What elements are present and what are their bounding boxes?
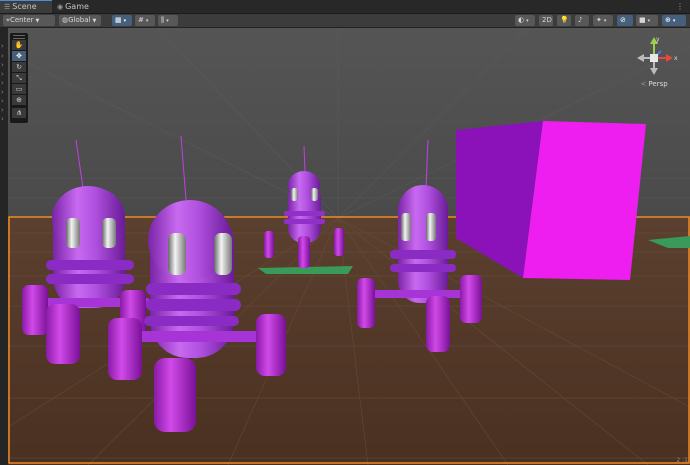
drag-handle[interactable] xyxy=(13,35,25,39)
axis-gizmo-icon: y x xyxy=(637,36,678,75)
scale-icon: ⤡ xyxy=(16,74,22,82)
gizmo-y-label: y xyxy=(656,36,660,43)
chevron-down-icon: ▼ xyxy=(92,18,97,24)
rotate-tool-button[interactable]: ↻ xyxy=(12,62,26,72)
lightbulb-icon: 💡 xyxy=(560,16,569,24)
expand-arrow-icon[interactable]: › xyxy=(1,52,4,60)
expand-arrow-icon[interactable]: › xyxy=(1,61,4,69)
draw-mode-dropdown[interactable]: ◐ ▾ xyxy=(515,15,535,26)
tab-bar: ☰ Scene ◉ Game ⋮ xyxy=(0,0,690,14)
scene-toolbar: ⌖Center ▼ ◍Global ▼ ▦ ▾ # ▾ ⫼ ▾ ◐ ▾ 2D 💡 ♪ ✦ ▾ … xyxy=(0,14,690,28)
expand-arrow-icon[interactable]: › xyxy=(1,79,4,87)
hierarchy-collapsed-strip: › › › › › › › › › xyxy=(0,28,8,465)
expand-arrow-icon[interactable]: › xyxy=(1,106,4,114)
tools-overlay: ✋ ✥ ↻ ⤡ ▭ ⊕ ⋔ xyxy=(10,33,28,123)
scene-icon: ☰ xyxy=(4,3,11,11)
chevron-down-icon: ▾ xyxy=(526,18,529,24)
shading-sphere-icon: ◐ xyxy=(518,16,525,24)
scene-visibility-button[interactable]: ⊘ xyxy=(617,15,633,26)
move-tool-button[interactable]: ✥ xyxy=(12,51,26,61)
increment-snap-button[interactable]: ⫼ ▾ xyxy=(158,15,178,26)
chevron-down-icon: ▾ xyxy=(672,18,676,24)
hand-icon: ✋ xyxy=(14,41,24,49)
tab-game[interactable]: ◉ Game xyxy=(53,0,93,13)
grid-icon: # xyxy=(138,16,144,24)
transform-icon: ⊕ xyxy=(16,96,22,104)
persp-prefix: < xyxy=(640,80,647,88)
pivot-mode-label: Center xyxy=(9,16,34,24)
tab-scene[interactable]: ☰ Scene xyxy=(0,0,52,13)
gizmo-globe-icon: ⊕ xyxy=(665,16,671,24)
projection-toggle[interactable]: < Persp xyxy=(630,80,678,88)
rotate-icon: ↻ xyxy=(16,63,22,71)
scene-viewport[interactable] xyxy=(8,28,690,465)
chevron-down-icon: ▾ xyxy=(166,18,169,24)
grid-snap-icon: ▦ xyxy=(115,16,122,24)
eye-slash-icon: ⊘ xyxy=(620,16,626,24)
grid-visibility-button[interactable]: # ▾ xyxy=(135,15,155,26)
snap-increment-icon: ⫼ xyxy=(161,16,165,24)
effects-icon: ✦ xyxy=(596,16,602,24)
scale-tool-button[interactable]: ⤡ xyxy=(12,73,26,83)
gamepad-icon: ◉ xyxy=(57,3,64,11)
transform-tool-button[interactable]: ⊕ xyxy=(12,95,26,105)
chevron-down-icon: ▾ xyxy=(145,18,149,24)
persp-label-text: Persp xyxy=(648,80,668,88)
gizmos-dropdown[interactable]: ⊕ ▾ xyxy=(662,15,686,26)
viewport-corner-label: 2 :1 xyxy=(676,457,688,464)
move-arrows-icon: ✥ xyxy=(16,52,22,60)
expand-arrow-icon[interactable]: › xyxy=(1,97,4,105)
expand-arrow-icon[interactable]: › xyxy=(1,88,4,96)
audio-toggle-button[interactable]: ♪ xyxy=(575,15,589,26)
chevron-down-icon: ▾ xyxy=(123,18,127,24)
tab-game-label: Game xyxy=(65,2,89,11)
toggle-2d-button[interactable]: 2D xyxy=(539,15,553,26)
camera-settings-dropdown[interactable]: ■ ▾ xyxy=(636,15,658,26)
expand-arrow-icon[interactable]: › xyxy=(1,42,4,50)
chevron-down-icon: ▼ xyxy=(35,18,40,24)
effects-dropdown[interactable]: ✦ ▾ xyxy=(593,15,613,26)
rect-tool-button[interactable]: ▭ xyxy=(12,84,26,94)
chevron-down-icon: ▾ xyxy=(647,18,651,24)
gizmo-x-label: x xyxy=(674,55,678,62)
pivot-mode-dropdown[interactable]: ⌖Center ▼ xyxy=(3,15,55,26)
tab-menu-button[interactable]: ⋮ xyxy=(676,0,684,13)
space-mode-label: Global xyxy=(68,16,91,24)
grid-snapping-button[interactable]: ▦ ▾ xyxy=(112,15,132,26)
tab-scene-label: Scene xyxy=(12,2,37,11)
custom-tool-icon: ⋔ xyxy=(16,109,22,117)
expand-arrow-icon[interactable]: › xyxy=(1,70,4,78)
custom-tool-button[interactable]: ⋔ xyxy=(12,108,26,118)
scene-render xyxy=(8,28,690,465)
lighting-toggle-button[interactable]: 💡 xyxy=(557,15,571,26)
speaker-icon: ♪ xyxy=(578,16,583,24)
expand-arrow-icon[interactable]: › xyxy=(1,115,4,123)
chevron-down-icon: ▾ xyxy=(603,18,607,24)
rect-transform-icon: ▭ xyxy=(15,85,23,93)
hand-tool-button[interactable]: ✋ xyxy=(12,40,26,50)
camera-icon: ■ xyxy=(639,16,646,24)
space-mode-dropdown[interactable]: ◍Global ▼ xyxy=(59,15,101,26)
